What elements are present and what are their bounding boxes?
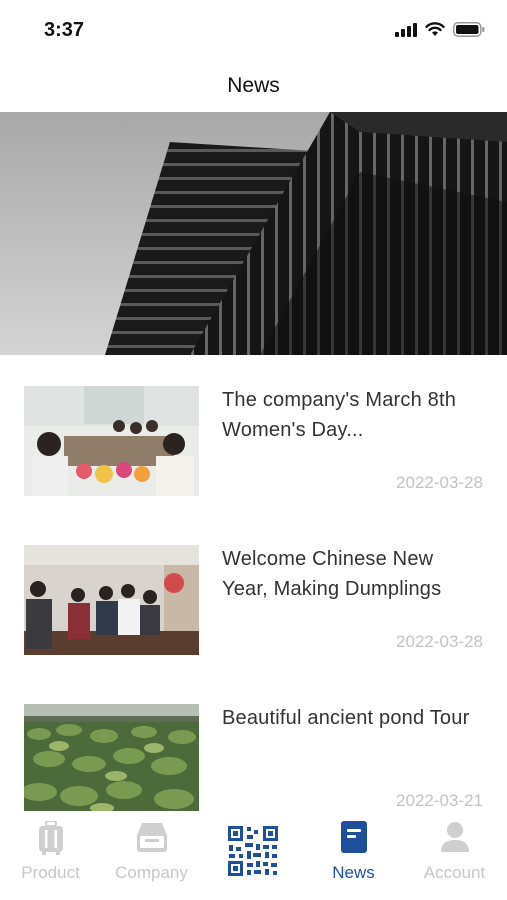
news-item[interactable]: Beautiful ancient pond Tour 2022-03-21 [0, 673, 507, 811]
news-title: The company's March 8th Women's Day... [222, 389, 457, 441]
news-title: Beautiful ancient pond Tour [222, 707, 470, 729]
page-title: News [227, 74, 280, 97]
building-photo [0, 112, 507, 355]
news-date: 2022-03-28 [396, 632, 483, 651]
tab-account[interactable]: Account [404, 811, 505, 900]
news-date: 2022-03-21 [396, 791, 483, 810]
status-bar: 3:37 [0, 0, 507, 60]
news-thumbnail [24, 545, 199, 655]
person-icon [440, 822, 469, 852]
lotus-pond-photo [24, 704, 199, 811]
tab-label: Product [21, 863, 80, 882]
tab-bar: Product Company News Account [0, 811, 507, 900]
battery-icon [453, 22, 485, 37]
news-list: The company's March 8th Women's Day... 2… [0, 355, 507, 811]
news-item[interactable]: Welcome Chinese New Year, Making Dumplin… [0, 514, 507, 673]
wifi-icon [425, 22, 445, 36]
tab-company[interactable]: Company [101, 811, 202, 900]
news-thumbnail [24, 704, 199, 811]
tab-product[interactable]: Product [0, 811, 101, 900]
news-item[interactable]: The company's March 8th Women's Day... 2… [0, 355, 507, 514]
qr-code-icon [226, 825, 279, 877]
status-time: 3:37 [44, 19, 85, 41]
nav-bar: News [0, 60, 507, 112]
tab-label: News [332, 863, 375, 882]
tab-qr-scan[interactable] [202, 811, 303, 900]
party-photo [24, 386, 199, 496]
dumplings-photo [24, 545, 199, 655]
status-icons [395, 22, 485, 37]
inbox-icon [136, 823, 167, 852]
suitcase-icon [38, 821, 63, 855]
news-title: Welcome Chinese New Year, Making Dumplin… [222, 548, 442, 600]
news-date: 2022-03-28 [396, 473, 483, 492]
hero-banner[interactable] [0, 112, 507, 355]
tab-label: Company [115, 863, 188, 882]
book-icon [340, 821, 367, 853]
tab-label: Account [423, 863, 486, 882]
cellular-signal-icon [395, 22, 417, 37]
tab-news[interactable]: News [303, 811, 404, 900]
news-thumbnail [24, 386, 199, 496]
